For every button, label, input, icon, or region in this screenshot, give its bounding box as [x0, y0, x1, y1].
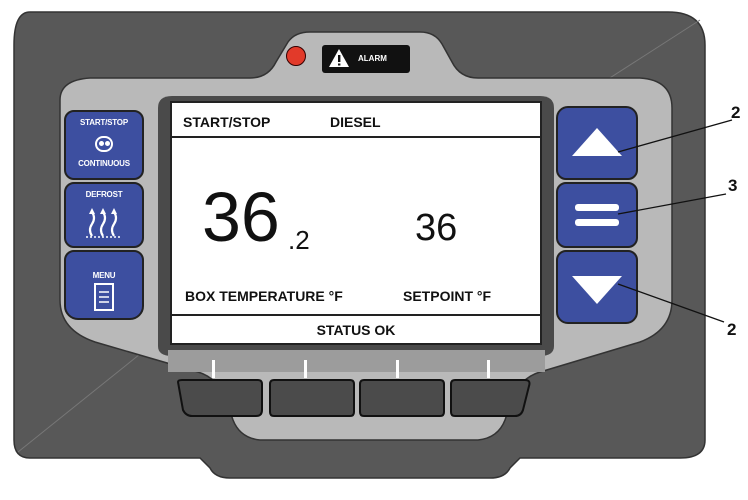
- callout-select: 3: [728, 176, 738, 195]
- callout-down: 2: [727, 320, 737, 339]
- callout-up: 2: [731, 103, 741, 122]
- callout-lines: [617, 119, 733, 323]
